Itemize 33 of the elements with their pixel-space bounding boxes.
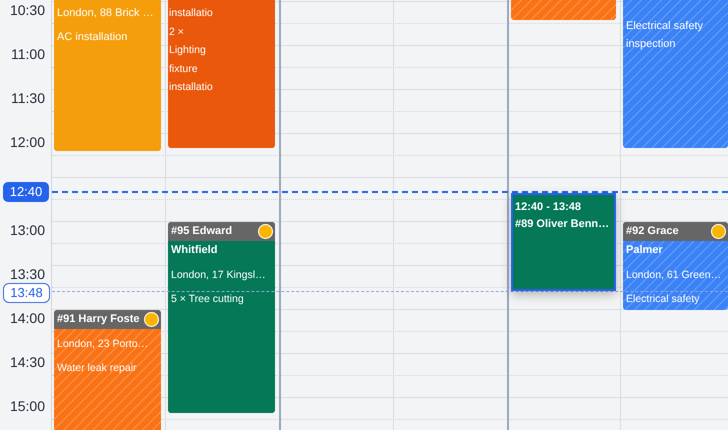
time-label: 15:00 [10, 398, 45, 414]
time-label: 13:30 [10, 266, 45, 282]
event-text: London, 23 Porto… [56, 337, 150, 352]
time-label: 12:00 [10, 134, 45, 150]
cursor-time-badge: 13:48 [3, 283, 50, 303]
event-card[interactable]: #92 Grace Palmer London, 61 Green… Electrical safety [623, 222, 728, 310]
event-text: Electrical safety inspection [625, 19, 704, 52]
time-label: 14:00 [10, 310, 45, 326]
event-text: 5 × Tree cutting [170, 292, 245, 307]
event-title: #89 Oliver Benn… [514, 217, 610, 232]
event-time: 12:40 - 13:48 [514, 200, 582, 215]
event-text: Electrical safety [625, 292, 701, 307]
event-card[interactable]: Electrical safety inspection [623, 0, 728, 148]
time-label: 11:00 [11, 46, 45, 62]
event-text: installatio [168, 6, 214, 21]
event-card[interactable]: installatio 2 × Lighting fixture installatio [168, 0, 275, 148]
event-text: London, 88 Brick … [56, 6, 155, 21]
event-text: London, 61 Green… [625, 268, 722, 283]
event-card[interactable]: 12:40 - 13:48 #89 Oliver Benn… [511, 193, 616, 291]
event-card[interactable]: #91 Harry Foste London, 23 Porto… Water leak repair [54, 310, 161, 430]
event-card[interactable]: #95 Edward Whitfield London, 17 Kingsl… 5 × Tree cutting [168, 222, 275, 413]
time-label: 10:30 [10, 2, 45, 18]
event-title: #95 Edward Whitfield [170, 224, 234, 258]
event-text: 2 × Lighting fixture installatio [168, 24, 214, 95]
time-label: 13:00 [10, 222, 45, 238]
current-time-badge: 12:40 [3, 182, 49, 202]
time-label: 14:30 [10, 354, 45, 370]
event-title: #91 Harry Foste [56, 312, 141, 327]
event-text: London, 17 Kingsl… [170, 268, 267, 283]
event-title: #92 Grace Palmer [625, 224, 680, 258]
event-text: AC installation [56, 30, 128, 45]
event-text: Water leak repair [56, 361, 138, 376]
time-label: 11:30 [11, 90, 45, 106]
